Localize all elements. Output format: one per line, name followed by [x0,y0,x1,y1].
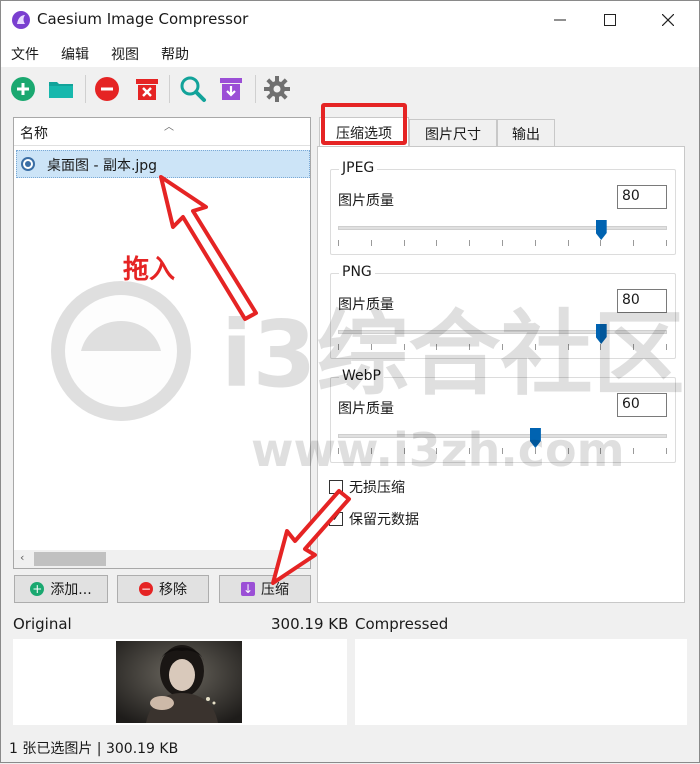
annotation-drag-in-text: 拖入 [123,255,176,285]
annotation-arrow-compress [271,489,351,585]
app-window: Caesium Image Compressor 文件 编辑 视图 帮助 名称 … [0,0,700,763]
annotation-arrow-drag [159,175,258,321]
annotation-overlay [159,175,351,585]
